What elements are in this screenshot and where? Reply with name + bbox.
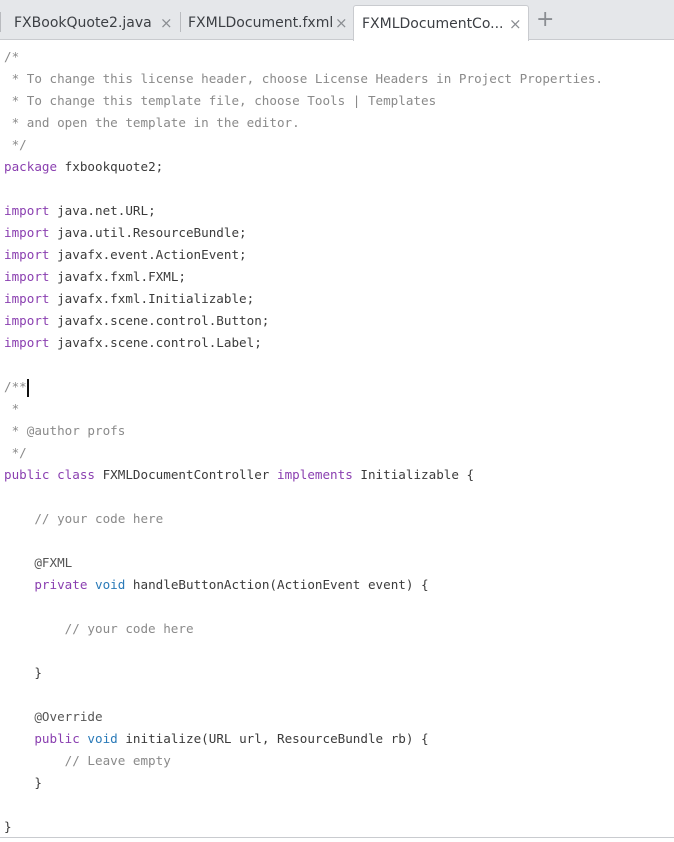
annotation: @FXML xyxy=(4,555,73,570)
code-text: javafx.fxml.Initializable; xyxy=(49,291,255,306)
import-line: import javafx.fxml.FXML; xyxy=(4,266,186,288)
tab-label: FXMLDocumentCo... xyxy=(362,15,504,32)
tab-fxmldocumentcontroller[interactable]: FXMLDocumentCo... × xyxy=(353,5,529,41)
text-cursor xyxy=(26,378,29,397)
code-editor[interactable]: /* * To change this license header, choo… xyxy=(0,41,674,837)
close-icon[interactable]: × xyxy=(509,15,522,33)
code-text: javafx.fxml.FXML; xyxy=(49,269,186,284)
code-text: javafx.scene.control.Button; xyxy=(49,313,270,328)
keyword: import xyxy=(4,269,50,284)
code-line: } xyxy=(4,665,42,680)
code-text: handleButtonAction(ActionEvent event) { xyxy=(125,577,429,592)
code-line: } xyxy=(4,819,12,834)
code-line: * and open the template in the editor. xyxy=(4,115,300,130)
import-line: import java.net.URL; xyxy=(4,200,156,222)
tab-fxmldocument-fxml[interactable]: FXMLDocument.fxml × xyxy=(180,5,354,40)
tab-fxbookquote2-java[interactable]: FXBookQuote2.java × xyxy=(0,5,180,40)
annotation: @Override xyxy=(4,709,103,724)
keyword: import xyxy=(4,203,50,218)
close-icon[interactable]: × xyxy=(335,14,348,32)
code-line: // your code here xyxy=(4,621,194,636)
method-declaration: private void handleButtonAction(ActionEv… xyxy=(4,574,429,596)
code-text: java.util.ResourceBundle; xyxy=(49,225,247,240)
keyword: public xyxy=(4,467,50,482)
import-line: import javafx.scene.control.Label; xyxy=(4,332,262,354)
keyword: implements xyxy=(276,467,353,482)
code-line: */ xyxy=(4,445,27,460)
code-text: FXMLDocumentController xyxy=(95,467,277,482)
code-line: /** xyxy=(4,376,29,398)
code-line: * @author profs xyxy=(4,423,126,438)
keyword: package xyxy=(4,159,58,174)
keyword: private xyxy=(34,577,88,592)
code-line: // Leave empty xyxy=(4,753,171,768)
code-text: javafx.scene.control.Label; xyxy=(49,335,262,350)
keyword: import xyxy=(4,291,50,306)
code-text: javafx.event.ActionEvent; xyxy=(49,247,247,262)
method-declaration: public void initialize(URL url, Resource… xyxy=(4,728,429,750)
new-tab-icon[interactable]: + xyxy=(536,6,554,34)
import-line: import java.util.ResourceBundle; xyxy=(4,222,247,244)
import-line: import javafx.scene.control.Button; xyxy=(4,310,269,332)
keyword: import xyxy=(4,247,50,262)
divider xyxy=(0,837,674,838)
code-line: * To change this license header, choose … xyxy=(4,71,603,86)
keyword: void xyxy=(87,577,126,592)
tab-label: FXMLDocument.fxml xyxy=(188,14,334,31)
close-icon[interactable]: × xyxy=(160,14,173,32)
import-line: import javafx.event.ActionEvent; xyxy=(4,244,247,266)
code-text: java.net.URL; xyxy=(49,203,156,218)
import-line: import javafx.fxml.Initializable; xyxy=(4,288,254,310)
code-line: * xyxy=(4,401,20,416)
code-text: fxbookquote2; xyxy=(57,159,164,174)
keyword: import xyxy=(4,225,50,240)
class-declaration: public class FXMLDocumentController impl… xyxy=(4,464,474,486)
tab-bar: FXBookQuote2.java × FXMLDocument.fxml × … xyxy=(0,0,674,41)
keyword: void xyxy=(79,731,118,746)
code-line: package fxbookquote2; xyxy=(4,156,163,178)
keyword: import xyxy=(4,335,50,350)
code-line: * To change this template file, choose T… xyxy=(4,93,437,108)
code-line: */ xyxy=(4,137,27,152)
code-line: } xyxy=(4,775,42,790)
code-line: // your code here xyxy=(4,511,164,526)
keyword: public xyxy=(34,731,80,746)
keyword: import xyxy=(4,313,50,328)
code-line: /* xyxy=(4,49,20,64)
code-text: /** xyxy=(4,379,27,394)
keyword: class xyxy=(49,467,95,482)
tab-label: FXBookQuote2.java xyxy=(14,14,152,31)
code-text: Initializable { xyxy=(352,467,475,482)
code-text: initialize(URL url, ResourceBundle rb) { xyxy=(117,731,429,746)
